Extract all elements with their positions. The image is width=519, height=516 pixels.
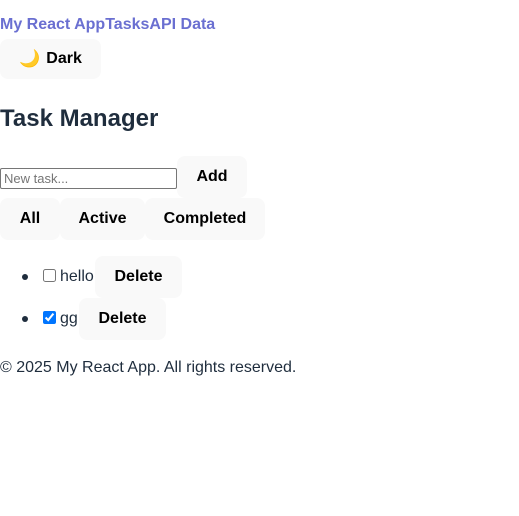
page-title: Task Manager <box>0 105 159 132</box>
delete-task-button[interactable]: Delete <box>79 298 166 340</box>
list-bullet <box>22 274 28 280</box>
theme-toggle-label: Dark <box>46 50 82 67</box>
add-task-button[interactable]: Add <box>177 156 247 198</box>
page-footer: © 2025 My React App. All rights reserved… <box>0 359 297 376</box>
nav-link-api-data[interactable]: API Data <box>149 16 215 33</box>
new-task-input[interactable] <box>0 168 177 189</box>
task-text: hello <box>60 268 94 285</box>
task-complete-checkbox[interactable] <box>43 269 56 282</box>
app-root: My React AppTasksAPI Data 🌙 Dark Task Ma… <box>0 0 519 516</box>
nav-brand-link[interactable]: My React App <box>0 16 105 33</box>
moon-icon: 🌙 <box>19 49 41 68</box>
theme-toggle-button[interactable]: 🌙 Dark <box>0 39 101 79</box>
top-nav: My React AppTasksAPI Data <box>0 15 215 35</box>
delete-task-button[interactable]: Delete <box>95 256 182 298</box>
task-text: gg <box>60 310 78 327</box>
filter-completed-button[interactable]: Completed <box>145 198 265 240</box>
filter-active-button[interactable]: Active <box>60 198 145 240</box>
task-item: gg Delete <box>0 298 260 340</box>
filter-all-button[interactable]: All <box>0 198 60 240</box>
list-bullet <box>22 316 28 322</box>
task-complete-checkbox[interactable] <box>43 311 56 324</box>
task-item: hello Delete <box>0 256 260 298</box>
nav-link-tasks[interactable]: Tasks <box>105 16 149 33</box>
